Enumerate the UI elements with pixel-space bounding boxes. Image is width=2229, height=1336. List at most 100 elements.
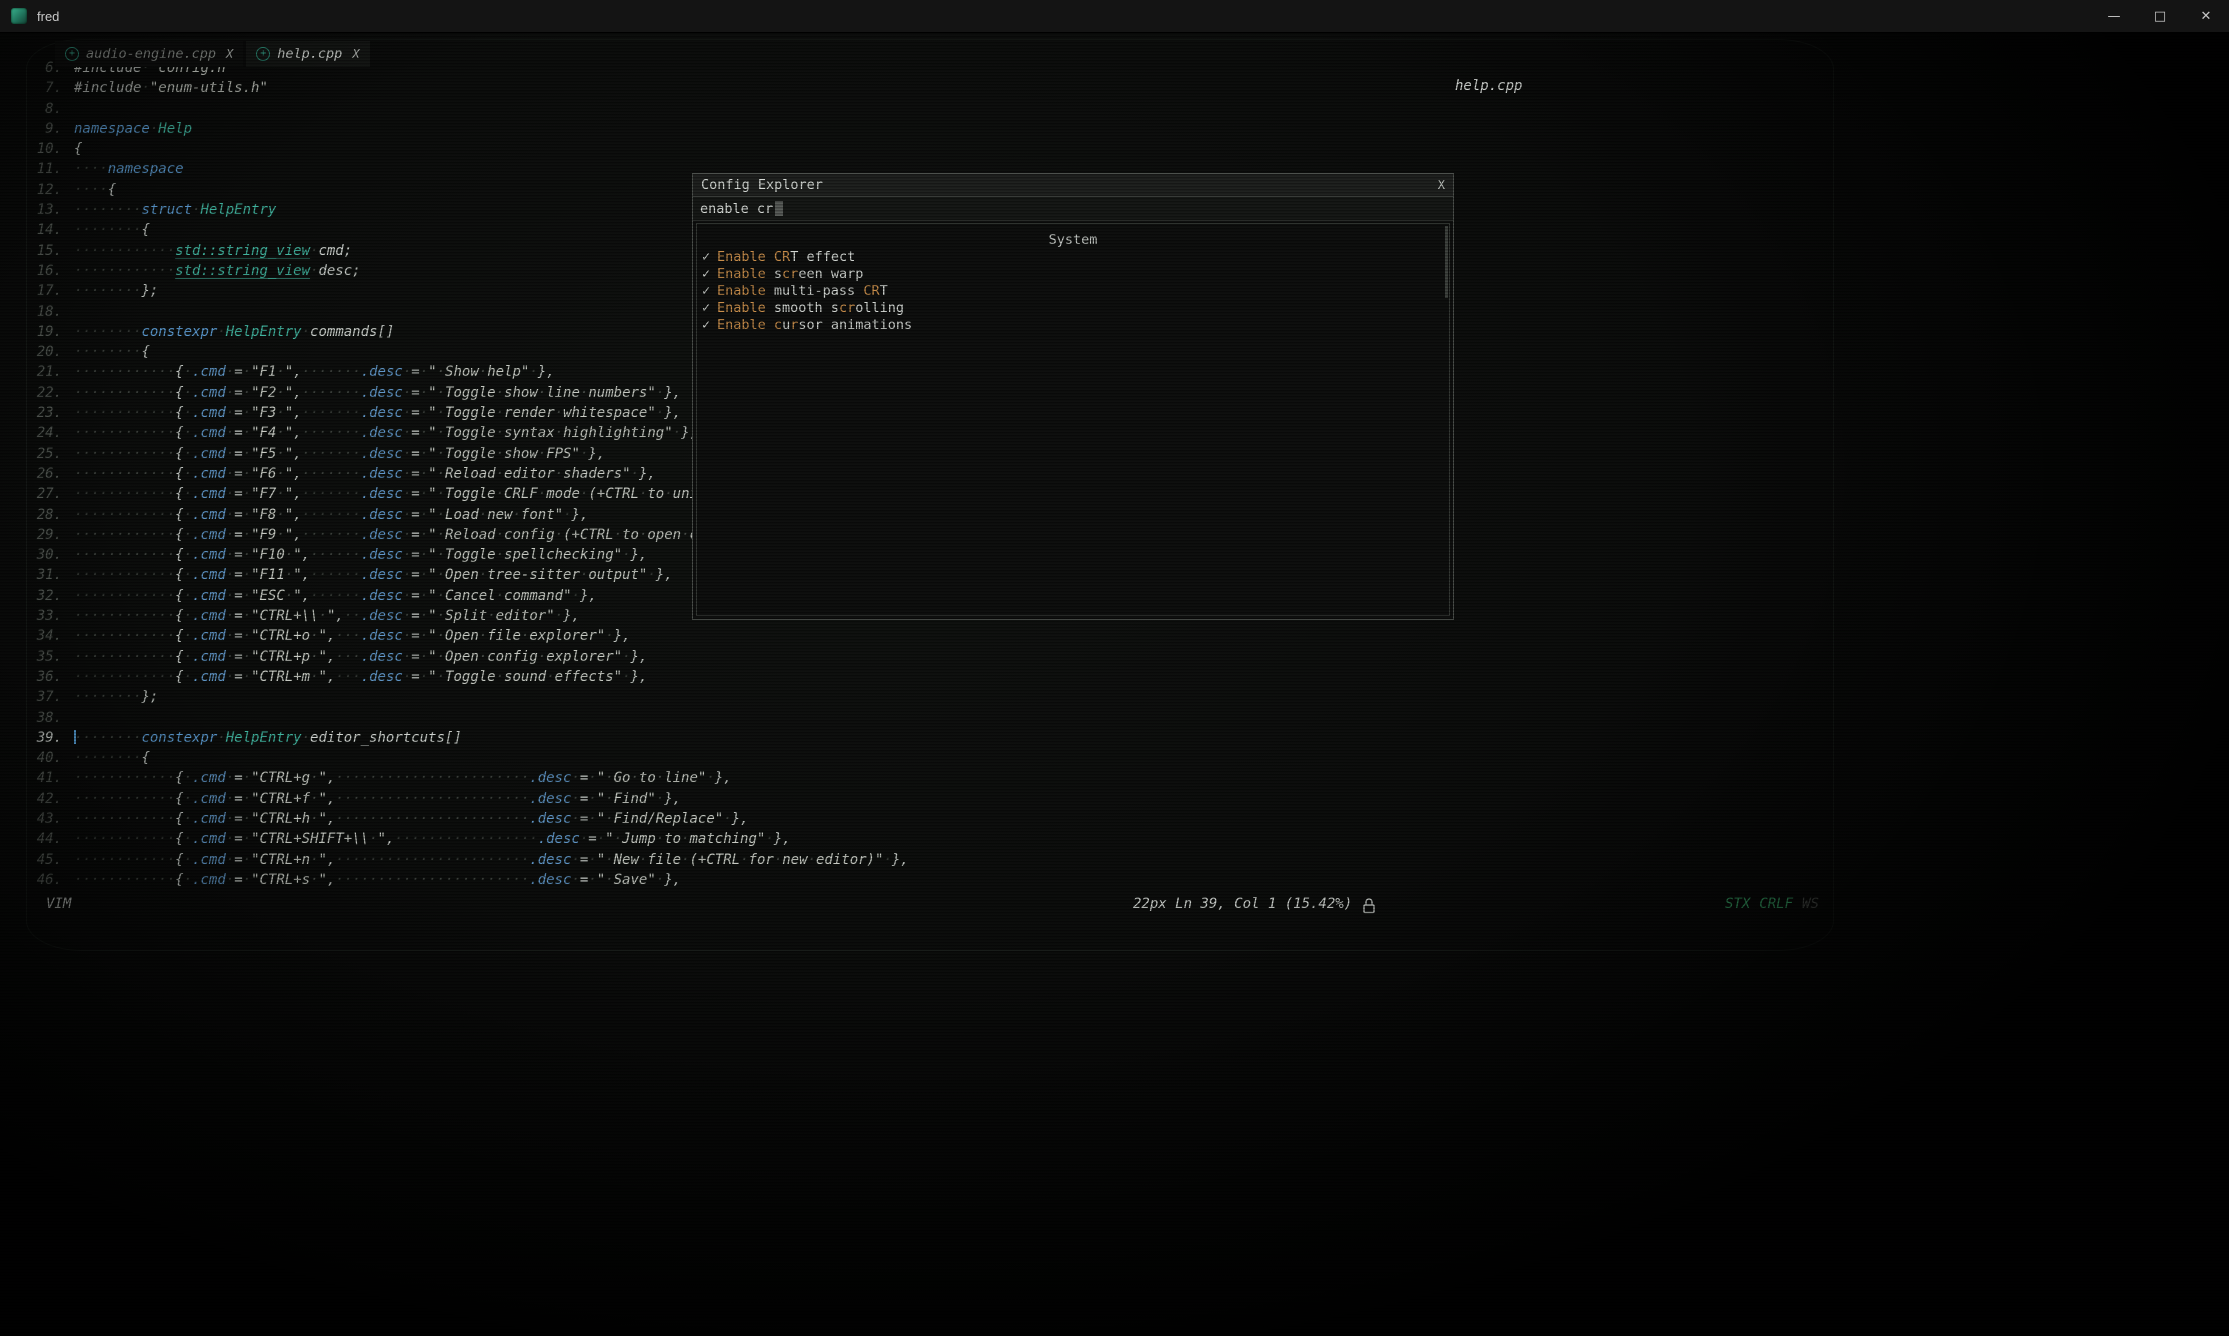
token: ": [428, 608, 436, 624]
token: .cmd: [192, 466, 226, 482]
config-list: ✓Enable CRT effect✓Enable screen warp✓En…: [697, 249, 1449, 334]
popup-close-icon[interactable]: X: [1438, 178, 1445, 192]
token: ": [251, 852, 259, 868]
token: line: [664, 770, 698, 786]
token: =: [234, 507, 242, 523]
token: {: [175, 507, 183, 523]
config-item[interactable]: ✓Enable multi-pass CRT: [697, 283, 1449, 300]
token: .cmd: [192, 628, 226, 644]
token: {: [175, 669, 183, 685]
code-line[interactable]: 10.{: [28, 139, 909, 159]
token: ": [251, 425, 259, 441]
token: ············: [74, 446, 175, 462]
token: },: [631, 669, 648, 685]
token: ·: [226, 791, 234, 807]
line-number: 13.: [28, 200, 62, 220]
token: .cmd: [192, 486, 226, 502]
line-number: 12.: [28, 180, 62, 200]
token: ·: [310, 811, 318, 827]
token: ": [597, 852, 605, 868]
token: ·: [310, 669, 318, 685]
config-item[interactable]: ✓Enable screen warp: [697, 266, 1449, 283]
token: ·: [184, 425, 192, 441]
line-number: 22.: [28, 383, 62, 403]
token: ·: [276, 486, 284, 502]
token: ·: [479, 364, 487, 380]
token: ·: [184, 547, 192, 563]
token: .cmd: [192, 567, 226, 583]
code-line[interactable]: 9.namespace·Help: [28, 119, 909, 139]
token: ·: [420, 466, 428, 482]
token: .cmd: [192, 852, 226, 868]
minimize-button[interactable]: —: [2091, 0, 2137, 32]
token: ·: [226, 811, 234, 827]
code-line[interactable]: 39.········constexpr·HelpEntry·editor_sh…: [28, 728, 909, 748]
token: =: [234, 649, 242, 665]
line-number: 15.: [28, 241, 62, 261]
config-item[interactable]: ✓Enable cursor animations: [697, 317, 1449, 334]
token: ·: [437, 649, 445, 665]
code-line[interactable]: 37.········};: [28, 687, 909, 707]
status-flag-ws: WS: [1802, 896, 1819, 912]
token: F11: [260, 567, 285, 583]
token: ·: [420, 486, 428, 502]
close-button[interactable]: ✕: [2183, 0, 2229, 32]
code-line[interactable]: 42.············{·.cmd·=·"CTRL+f·",······…: [28, 789, 909, 809]
code-line[interactable]: 41.············{·.cmd·=·"CTRL+g·",······…: [28, 768, 909, 788]
token: editor): [816, 852, 875, 868]
code-line[interactable]: 38.: [28, 708, 909, 728]
token: .cmd: [192, 669, 226, 685]
token: },: [580, 588, 597, 604]
token: .cmd: [192, 527, 226, 543]
code-line[interactable]: 46.············{·.cmd·=·"CTRL+s·",······…: [28, 870, 909, 890]
token: =: [234, 547, 242, 563]
token: ·: [512, 507, 520, 523]
window-controls: — □ ✕: [2091, 0, 2229, 32]
token: .cmd: [192, 608, 226, 624]
token: };: [141, 689, 158, 705]
token: .desc: [361, 628, 403, 644]
code-line[interactable]: 7.#include·"enum-utils.h": [28, 78, 909, 98]
code-line[interactable]: 43.············{·.cmd·=·"CTRL+h·",······…: [28, 809, 909, 829]
token: ,: [335, 608, 343, 624]
token: =: [234, 425, 242, 441]
token: Jump: [622, 831, 656, 847]
token: ·················: [394, 831, 537, 847]
code-line[interactable]: 36.············{·.cmd·=·"CTRL+m·",···.de…: [28, 667, 909, 687]
token: ······: [310, 588, 361, 604]
code-line[interactable]: 45.············{·.cmd·=·"CTRL+n·",······…: [28, 850, 909, 870]
popup-scrollbar-thumb[interactable]: [1445, 226, 1448, 298]
token: (+CTRL: [588, 486, 639, 502]
config-item[interactable]: ✓Enable CRT effect: [697, 249, 1449, 266]
maximize-button[interactable]: □: [2137, 0, 2183, 32]
token: ": [428, 446, 436, 462]
code-line[interactable]: 44.············{·.cmd·=·"CTRL+SHIFT+\\·"…: [28, 829, 909, 849]
config-item[interactable]: ✓Enable smooth scrolling: [697, 300, 1449, 317]
tab-audio-engine[interactable]: + audio-engine.cpp X: [55, 41, 243, 67]
popup-title-bar[interactable]: Config Explorer X: [693, 174, 1453, 197]
code-line[interactable]: 8.: [28, 99, 909, 119]
token: ·: [226, 425, 234, 441]
token: ·: [479, 649, 487, 665]
tab-help[interactable]: + help.cpp X: [246, 41, 369, 67]
token: commands: [310, 324, 377, 340]
code-line[interactable]: 34.············{·.cmd·=·"CTRL+o·",···.de…: [28, 626, 909, 646]
token: =: [234, 486, 242, 502]
token: .desc: [361, 649, 403, 665]
token: ·: [276, 466, 284, 482]
tab-close-icon[interactable]: X: [226, 47, 233, 61]
token: ············: [74, 852, 175, 868]
code-line[interactable]: 40.········{: [28, 748, 909, 768]
token: ············: [74, 405, 175, 421]
token: ": [428, 649, 436, 665]
token: Go: [614, 770, 631, 786]
config-search-input[interactable]: enable cr: [693, 197, 1453, 221]
token: ": [319, 669, 327, 685]
token: .cmd: [192, 547, 226, 563]
token: Open: [445, 649, 479, 665]
token: =: [588, 831, 596, 847]
tab-close-icon[interactable]: X: [352, 47, 359, 61]
token: ·: [496, 486, 504, 502]
code-line[interactable]: 35.············{·.cmd·=·"CTRL+p·",···.de…: [28, 647, 909, 667]
token: .desc: [361, 364, 403, 380]
